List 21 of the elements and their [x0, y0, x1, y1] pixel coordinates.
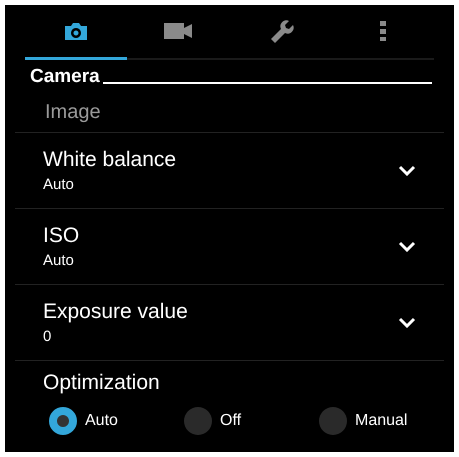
setting-value: Auto — [43, 176, 74, 193]
radio-button[interactable]: Manual — [319, 407, 454, 435]
chevron-down-icon — [398, 317, 416, 328]
chevron-down-icon — [398, 241, 416, 252]
radio-button[interactable]: Auto — [49, 407, 184, 435]
setting-value: 0 — [43, 328, 52, 345]
video-camera-icon — [163, 22, 194, 40]
setting-label: White balance — [43, 148, 176, 172]
setting-label: ISO — [43, 224, 80, 248]
category-header: Image — [15, 88, 444, 133]
setting-row[interactable]: Exposure value 0 — [15, 285, 444, 361]
menu-icon — [380, 21, 386, 41]
setting-value: Auto — [43, 252, 74, 269]
setting-row[interactable]: White balance Auto — [15, 133, 444, 209]
option-label: Optimization — [42, 370, 161, 395]
camera-icon — [63, 21, 90, 41]
section-title: Camera — [30, 66, 100, 88]
radio-button[interactable]: Off — [184, 407, 319, 435]
chevron-down-icon — [398, 165, 416, 176]
setting-row[interactable]: ISO Auto — [15, 209, 444, 285]
setting-label: Exposure value — [43, 300, 188, 324]
